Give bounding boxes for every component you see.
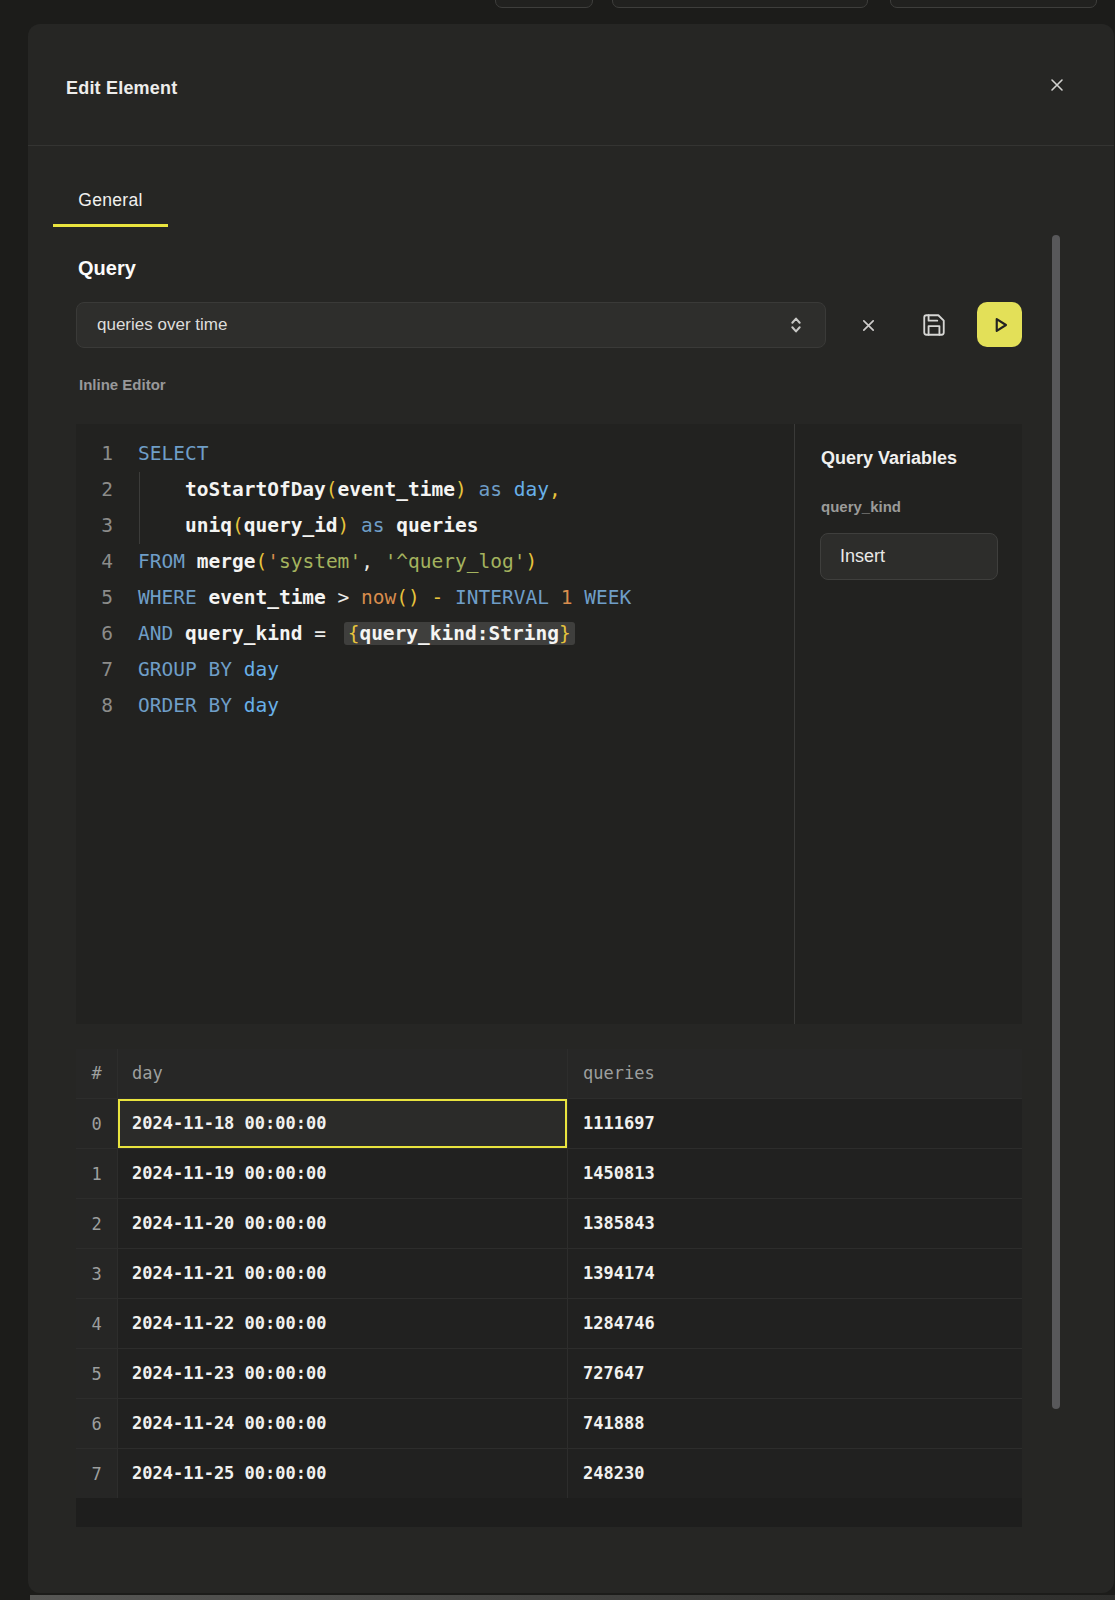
table-row: 72024-11-25 00:00:00248230 xyxy=(76,1448,1022,1498)
query-variables-heading: Query Variables xyxy=(821,448,957,469)
line-number: 6 xyxy=(76,616,113,652)
row-index-cell: 4 xyxy=(76,1299,118,1348)
line-number: 4 xyxy=(76,544,113,580)
code-text: GROUP BY day xyxy=(138,652,279,688)
day-cell[interactable]: 2024-11-18 00:00:00 xyxy=(118,1099,568,1148)
table-row: 12024-11-19 00:00:001450813 xyxy=(76,1148,1022,1198)
background-button-left[interactable] xyxy=(495,0,593,8)
row-index-cell: 5 xyxy=(76,1349,118,1398)
queries-cell[interactable]: 741888 xyxy=(568,1399,1022,1448)
code-text: ORDER BY day xyxy=(138,688,279,724)
header-cell-day: day xyxy=(118,1049,568,1098)
background-bottom-band xyxy=(30,1595,1115,1600)
query-variables-panel: Query Variables query_kind Insert xyxy=(794,424,1022,1024)
save-icon xyxy=(921,312,947,338)
code-text: uniq(query_id) as queries xyxy=(138,508,479,544)
code-text: WHERE event_time > now() - INTERVAL 1 WE… xyxy=(138,580,631,616)
day-cell[interactable]: 2024-11-24 00:00:00 xyxy=(118,1399,568,1448)
code-text: AND query_kind = {query_kind:String} xyxy=(138,616,575,652)
code-text: SELECT xyxy=(138,436,208,472)
header-cell-queries: queries xyxy=(568,1049,1022,1098)
row-index-cell: 6 xyxy=(76,1399,118,1448)
clear-query-button[interactable] xyxy=(850,307,886,343)
query-select[interactable]: queries over time xyxy=(76,302,826,348)
code-line: 8 ORDER BY day xyxy=(76,688,794,724)
queries-cell[interactable]: 1284746 xyxy=(568,1299,1022,1348)
row-index-cell: 0 xyxy=(76,1099,118,1148)
insert-variable-button[interactable]: Insert xyxy=(820,533,998,580)
row-index-cell: 7 xyxy=(76,1449,118,1498)
chevron-up-down-icon xyxy=(785,314,807,336)
inline-editor-label: Inline Editor xyxy=(79,376,166,393)
line-number: 3 xyxy=(76,508,113,544)
code-line: 3 uniq(query_id) as queries xyxy=(76,508,794,544)
background-button-right[interactable] xyxy=(890,0,1097,8)
line-number: 2 xyxy=(76,472,113,508)
queries-cell[interactable]: 248230 xyxy=(568,1449,1022,1498)
results-table: # day queries 02024-11-18 00:00:00111169… xyxy=(76,1049,1022,1527)
tab-general-label: General xyxy=(53,182,168,218)
query-select-value: queries over time xyxy=(97,303,227,347)
tab-active-underline xyxy=(53,224,168,227)
row-index-cell: 2 xyxy=(76,1199,118,1248)
day-cell[interactable]: 2024-11-25 00:00:00 xyxy=(118,1449,568,1498)
code-line: 7 GROUP BY day xyxy=(76,652,794,688)
results-table-header: # day queries xyxy=(76,1049,1022,1098)
queries-cell[interactable]: 1111697 xyxy=(568,1099,1022,1148)
queries-cell[interactable]: 1450813 xyxy=(568,1149,1022,1198)
tab-general[interactable]: General xyxy=(53,182,168,227)
day-cell[interactable]: 2024-11-21 00:00:00 xyxy=(118,1249,568,1298)
code-text: toStartOfDay(event_time) as day, xyxy=(138,472,561,508)
query-section-heading: Query xyxy=(78,257,136,280)
code-line: 1 SELECT xyxy=(76,436,794,472)
code-line: 5 WHERE event_time > now() - INTERVAL 1 W… xyxy=(76,580,794,616)
row-index-cell: 3 xyxy=(76,1249,118,1298)
table-row: 42024-11-22 00:00:001284746 xyxy=(76,1298,1022,1348)
queries-cell[interactable]: 1394174 xyxy=(568,1249,1022,1298)
row-index-cell: 1 xyxy=(76,1149,118,1198)
table-row: 22024-11-20 00:00:001385843 xyxy=(76,1198,1022,1248)
line-number: 1 xyxy=(76,436,113,472)
table-body: 02024-11-18 00:00:00111169712024-11-19 0… xyxy=(76,1098,1022,1498)
run-query-button[interactable] xyxy=(977,302,1022,347)
code-line: 6 AND query_kind = {query_kind:String} xyxy=(76,616,794,652)
play-icon xyxy=(987,312,1013,338)
table-row: 62024-11-24 00:00:00741888 xyxy=(76,1398,1022,1448)
code-pane[interactable]: 1SELECT2 toStartOfDay(event_time) as day… xyxy=(76,424,794,1024)
queries-cell[interactable]: 1385843 xyxy=(568,1199,1022,1248)
save-query-button[interactable] xyxy=(916,307,952,343)
day-cell[interactable]: 2024-11-22 00:00:00 xyxy=(118,1299,568,1348)
line-number: 5 xyxy=(76,580,113,616)
table-row: 52024-11-23 00:00:00727647 xyxy=(76,1348,1022,1398)
code-text: FROM merge('system', '^query_log') xyxy=(138,544,537,580)
close-small-icon xyxy=(861,318,876,333)
header-divider xyxy=(28,145,1114,146)
queries-cell[interactable]: 727647 xyxy=(568,1349,1022,1398)
code-line: 2 toStartOfDay(event_time) as day, xyxy=(76,472,794,508)
modal-scrollbar-thumb[interactable] xyxy=(1052,235,1060,1409)
header-cell-index: # xyxy=(76,1049,118,1098)
background-button-middle[interactable] xyxy=(612,0,868,8)
modal-title: Edit Element xyxy=(66,78,177,99)
variable-name-label: query_kind xyxy=(821,498,901,515)
table-row: 02024-11-18 00:00:001111697 xyxy=(76,1098,1022,1148)
day-cell[interactable]: 2024-11-23 00:00:00 xyxy=(118,1349,568,1398)
line-number: 7 xyxy=(76,652,113,688)
close-icon[interactable] xyxy=(1045,73,1069,97)
day-cell[interactable]: 2024-11-19 00:00:00 xyxy=(118,1149,568,1198)
code-line: 4 FROM merge('system', '^query_log') xyxy=(76,544,794,580)
inline-editor[interactable]: 1SELECT2 toStartOfDay(event_time) as day… xyxy=(76,424,1022,1024)
day-cell[interactable]: 2024-11-20 00:00:00 xyxy=(118,1199,568,1248)
line-number: 8 xyxy=(76,688,113,724)
edit-element-modal: Edit Element General Query queries over … xyxy=(28,24,1114,1593)
table-row: 32024-11-21 00:00:001394174 xyxy=(76,1248,1022,1298)
